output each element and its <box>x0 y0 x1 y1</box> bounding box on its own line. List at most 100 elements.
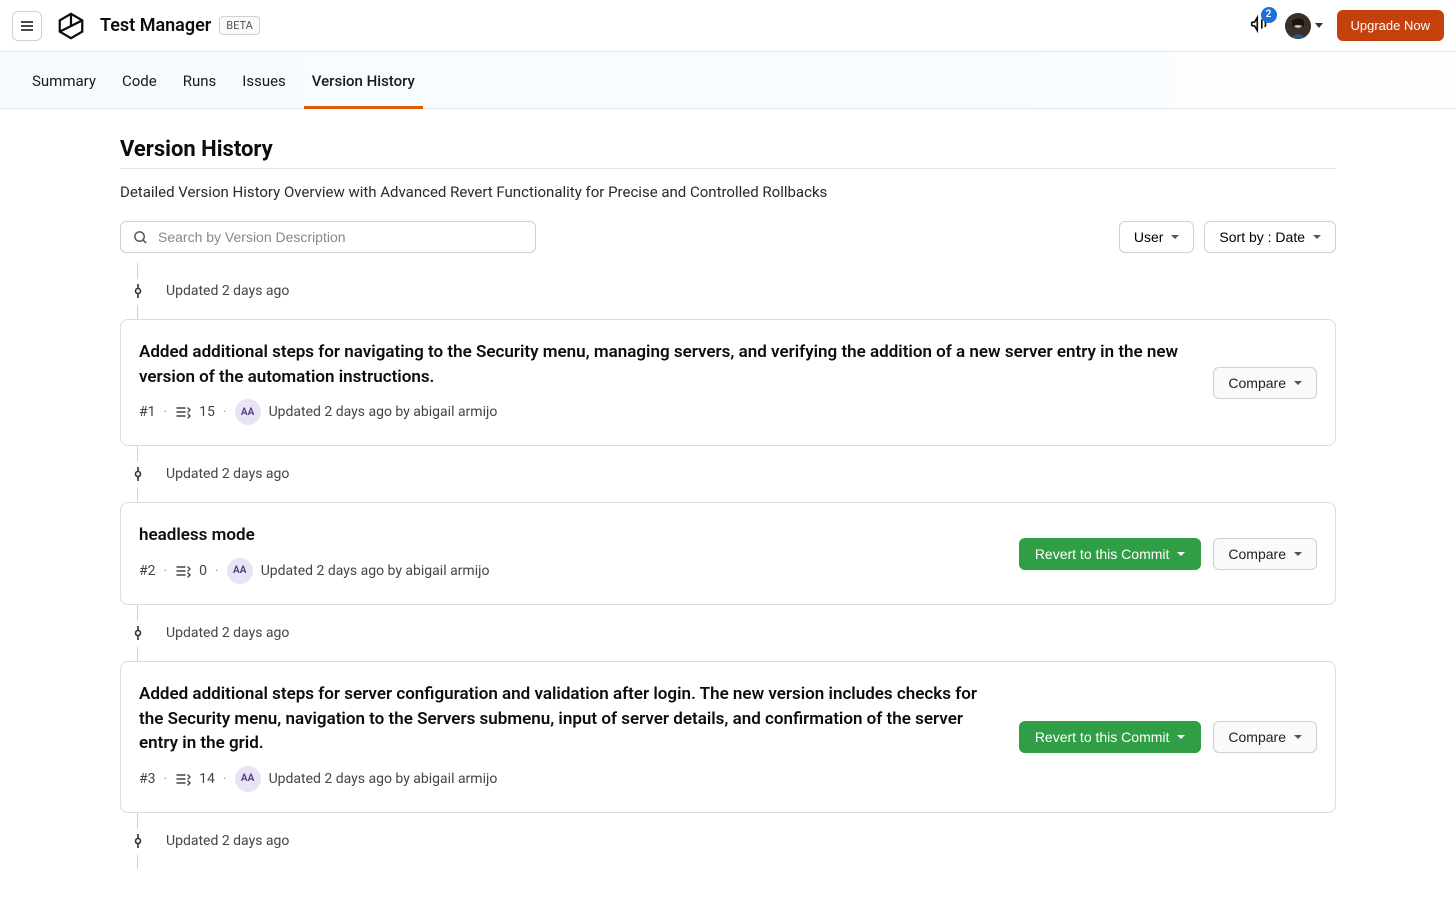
timeline-item: Updated 2 days ago Added additional steps… <box>120 277 1336 460</box>
version-meta: #3·14·AAUpdated 2 days ago by abigail ar… <box>139 766 1003 792</box>
revert-button[interactable]: Revert to this Commit <box>1019 538 1202 570</box>
page-title: Version History <box>120 137 1336 162</box>
timeline-line <box>120 647 1336 661</box>
compare-button[interactable]: Compare <box>1213 538 1317 570</box>
timeline-line <box>120 488 1336 502</box>
marker-text: Updated 2 days ago <box>166 833 289 849</box>
compare-label: Compare <box>1228 546 1286 562</box>
notifications-button[interactable]: 2 <box>1249 13 1271 39</box>
card-content: Added additional steps for server config… <box>139 682 1003 792</box>
search-input[interactable] <box>158 229 523 245</box>
timeline: Updated 2 days ago Added additional steps… <box>120 277 1336 869</box>
timeline-item: Updated 2 days ago headless mode #2 · 0 · AA Up… <box>120 460 1336 619</box>
caret-down-icon <box>1313 235 1321 239</box>
sort-button[interactable]: Sort by : Date <box>1204 221 1336 253</box>
commit-marker: Updated 2 days ago <box>120 827 1336 855</box>
tab-runs[interactable]: Runs <box>183 52 217 108</box>
commit-icon <box>130 829 146 853</box>
card-actions: Revert to this Commit Compare <box>1019 721 1317 753</box>
version-title: Added additional steps for navigating to… <box>139 340 1197 389</box>
timeline-item: Updated 2 days ago <box>120 827 1336 869</box>
tab-code[interactable]: Code <box>122 52 157 108</box>
tab-issues[interactable]: Issues <box>242 52 286 108</box>
version-id: #2 <box>139 563 156 579</box>
tab-version-history[interactable]: Version History <box>312 52 415 108</box>
compare-label: Compare <box>1228 375 1286 391</box>
commit-marker: Updated 2 days ago <box>120 619 1336 647</box>
compare-button[interactable]: Compare <box>1213 367 1317 399</box>
toolbar: User Sort by : Date <box>120 221 1336 253</box>
timeline-line <box>120 855 1336 869</box>
search-icon <box>133 230 148 245</box>
version-card[interactable]: headless mode #2 · 0 · AA Updated 2 days ago b… <box>120 502 1336 605</box>
timeline-item: Updated 2 days ago Added additional steps… <box>120 619 1336 827</box>
header-right: 2 Upgrade Now <box>1249 10 1445 41</box>
user-filter-button[interactable]: User <box>1119 221 1195 253</box>
user-filter-label: User <box>1134 229 1164 245</box>
steps-icon <box>175 563 191 579</box>
chevron-down-icon <box>1315 23 1323 28</box>
separator: · <box>215 563 219 579</box>
caret-down-icon <box>1294 381 1302 385</box>
title-area: Test Manager BETA <box>100 15 260 36</box>
card-content: Added additional steps for navigating to… <box>139 340 1197 425</box>
commit-icon <box>130 279 146 303</box>
version-title: Added additional steps for server config… <box>139 682 1003 756</box>
user-chip: AA <box>235 399 261 425</box>
separator: · <box>164 771 168 787</box>
steps-count: 0 <box>199 563 207 579</box>
revert-button[interactable]: Revert to this Commit <box>1019 721 1202 753</box>
caret-down-icon <box>1294 735 1302 739</box>
commit-icon <box>130 462 146 486</box>
steps-count: 14 <box>199 771 215 787</box>
caret-down-icon <box>1177 552 1185 556</box>
revert-label: Revert to this Commit <box>1035 546 1170 562</box>
steps-icon <box>175 771 191 787</box>
version-id: #1 <box>139 404 156 420</box>
beta-badge: BETA <box>219 16 260 35</box>
app-title: Test Manager <box>100 15 211 36</box>
logo-icon <box>56 11 86 41</box>
separator: · <box>164 404 168 420</box>
hamburger-icon <box>19 18 35 34</box>
card-content: headless mode #2 · 0 · AA Updated 2 days ago b… <box>139 523 1003 584</box>
commit-marker: Updated 2 days ago <box>120 277 1336 305</box>
separator: · <box>223 771 227 787</box>
updated-by: Updated 2 days ago by abigail armijo <box>261 563 490 579</box>
app-header: Test Manager BETA 2 Upgrade Now <box>0 0 1456 52</box>
compare-button[interactable]: Compare <box>1213 721 1317 753</box>
header-left: Test Manager BETA <box>12 11 260 41</box>
separator: · <box>164 563 168 579</box>
version-title: headless mode <box>139 523 1003 548</box>
version-id: #3 <box>139 771 156 787</box>
timeline-line <box>120 813 1336 827</box>
user-chip: AA <box>227 558 253 584</box>
marker-text: Updated 2 days ago <box>166 466 289 482</box>
search-box[interactable] <box>120 221 536 253</box>
caret-down-icon <box>1177 735 1185 739</box>
caret-down-icon <box>1294 552 1302 556</box>
version-card[interactable]: Added additional steps for navigating to… <box>120 319 1336 446</box>
sort-label: Sort by : Date <box>1219 229 1305 245</box>
steps-count: 15 <box>199 404 215 420</box>
compare-label: Compare <box>1228 729 1286 745</box>
avatar <box>1285 13 1311 39</box>
commit-marker: Updated 2 days ago <box>120 460 1336 488</box>
updated-by: Updated 2 days ago by abigail armijo <box>269 404 498 420</box>
separator: · <box>223 404 227 420</box>
commit-icon <box>130 621 146 645</box>
card-actions: Revert to this Commit Compare <box>1019 538 1317 570</box>
version-meta: #1 · 15 · AA Updated 2 days ago by abigail ar… <box>139 399 1197 425</box>
app-logo[interactable] <box>56 11 86 41</box>
page-subtitle: Detailed Version History Overview with A… <box>120 183 1336 201</box>
revert-label: Revert to this Commit <box>1035 729 1170 745</box>
user-menu[interactable] <box>1285 13 1323 39</box>
divider <box>120 168 1336 169</box>
steps-icon <box>175 404 191 420</box>
tab-summary[interactable]: Summary <box>32 52 96 108</box>
version-card[interactable]: Added additional steps for server config… <box>120 661 1336 813</box>
upgrade-button[interactable]: Upgrade Now <box>1337 10 1445 41</box>
updated-by: Updated 2 days ago by abigail armijo <box>269 771 498 787</box>
menu-button[interactable] <box>12 11 42 41</box>
main-content: Version History Detailed Version History… <box>40 109 1416 909</box>
